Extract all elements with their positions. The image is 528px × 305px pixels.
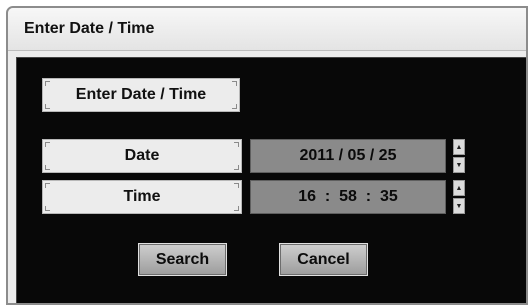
search-button[interactable]: Search bbox=[138, 243, 227, 276]
date-label-text: Date bbox=[124, 147, 160, 164]
dialog-titlebar: Enter Date / Time bbox=[8, 8, 526, 51]
cancel-button[interactable]: Cancel bbox=[279, 243, 368, 276]
date-decrement-button[interactable]: ▼ bbox=[453, 157, 465, 173]
time-label-text: Time bbox=[123, 188, 161, 205]
panel-heading-label: Enter Date / Time bbox=[75, 86, 207, 103]
date-label: Date bbox=[42, 139, 242, 173]
time-increment-button[interactable]: ▲ bbox=[453, 180, 465, 196]
date-increment-button[interactable]: ▲ bbox=[453, 139, 465, 155]
dialog-panel: Enter Date / Time Date 2011 / 05 / 25 ▲ … bbox=[16, 57, 526, 303]
enter-date-time-dialog: Enter Date / Time Enter Date / Time Date… bbox=[6, 6, 528, 305]
date-spinner: ▲ ▼ bbox=[453, 139, 465, 173]
dialog-title: Enter Date / Time bbox=[24, 20, 155, 37]
time-label: Time bbox=[42, 180, 242, 214]
date-field[interactable]: 2011 / 05 / 25 bbox=[250, 139, 446, 173]
time-spinner: ▲ ▼ bbox=[453, 180, 465, 214]
panel-heading: Enter Date / Time bbox=[42, 78, 240, 112]
time-decrement-button[interactable]: ▼ bbox=[453, 198, 465, 214]
time-field[interactable]: 16 : 58 : 35 bbox=[250, 180, 446, 214]
